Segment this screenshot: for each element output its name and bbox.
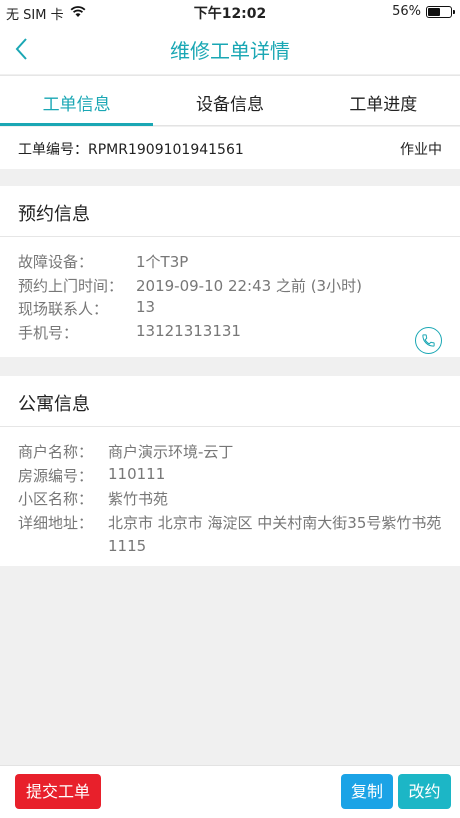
submit-order-button[interactable]: 提交工单: [15, 774, 101, 809]
battery-icon: [426, 5, 455, 18]
apartment-row: 小区名称： 紫竹书苑: [18, 488, 460, 512]
appointment-row: 预约上门时间： 2019-09-10 22:43 之前 (3小时): [18, 275, 460, 299]
call-button[interactable]: [415, 327, 442, 354]
tab-bar: 工单信息 设备信息 工单进度: [0, 75, 460, 126]
field-value: 北京市 北京市 海淀区 中关村南大街35号紫竹书苑1115: [108, 513, 442, 555]
battery-fill: [428, 7, 441, 16]
status-right: 56%: [392, 4, 455, 19]
apartment-row: 房源编号： 110111: [18, 465, 460, 489]
field-label: 房源编号：: [18, 466, 94, 485]
tab-order-info[interactable]: 工单信息: [0, 76, 154, 126]
battery-percent: 56%: [392, 4, 421, 19]
field-value: 紫竹书苑: [108, 490, 169, 508]
order-status: 作业中: [400, 142, 442, 158]
field-label: 预约上门时间：: [18, 276, 124, 295]
order-number-row: 工单编号：RPMR1909101941561 作业中: [0, 127, 460, 169]
nav-bar: 维修工单详情: [0, 24, 460, 74]
page-title: 维修工单详情: [170, 39, 290, 63]
field-label: 手机号：: [18, 323, 79, 342]
field-label: 商户名称：: [18, 443, 94, 461]
appointment-title: 预约信息: [0, 186, 460, 237]
appointment-card: 预约信息 故障设备： 1个T3P 预约上门时间： 2019-09-10 22:4…: [0, 186, 460, 357]
field-value: 1个T3P: [136, 253, 189, 271]
field-value: 13: [136, 298, 156, 316]
tab-device-info[interactable]: 设备信息: [153, 76, 306, 125]
status-time: 下午12:02: [193, 6, 267, 22]
field-value: 2019-09-10 22:43 之前 (3小时): [136, 276, 362, 295]
apartment-title: 公寓信息: [0, 376, 460, 427]
field-label: 故障设备：: [18, 253, 94, 271]
apartment-row: 商户名称： 商户演示环境-云丁: [18, 441, 460, 465]
appointment-row: 故障设备： 1个T3P: [18, 251, 460, 275]
apartment-body: 商户名称： 商户演示环境-云丁 房源编号： 110111 小区名称： 紫竹书苑 …: [0, 427, 460, 558]
field-value: 13121313131: [136, 321, 241, 340]
field-value: 商户演示环境-云丁: [108, 443, 234, 461]
apartment-row: 详细地址： 北京市 北京市 海淀区 中关村南大街35号紫竹书苑1115: [18, 512, 460, 558]
copy-button[interactable]: 复制: [341, 774, 393, 809]
tab-order-progress[interactable]: 工单进度: [307, 76, 460, 125]
appointment-row: 现场联系人： 13: [18, 298, 460, 322]
apartment-card: 公寓信息 商户名称： 商户演示环境-云丁 房源编号： 110111 小区名称： …: [0, 376, 460, 566]
status-bar: 无 SIM 卡 下午12:02 56%: [0, 0, 460, 24]
order-number: 工单编号：RPMR1909101941561: [18, 142, 244, 158]
appointment-row: 手机号： 13121313131: [18, 322, 460, 346]
phone-icon: [422, 334, 435, 347]
field-label: 现场联系人：: [18, 300, 109, 318]
field-label: 小区名称：: [18, 490, 94, 508]
appointment-body: 故障设备： 1个T3P 预约上门时间： 2019-09-10 22:43 之前 …: [0, 237, 460, 345]
field-value: 110111: [108, 464, 166, 483]
reschedule-button[interactable]: 改约: [398, 774, 451, 809]
bottom-action-bar: 提交工单 复制 改约: [0, 765, 460, 818]
field-label: 详细地址：: [18, 513, 94, 532]
